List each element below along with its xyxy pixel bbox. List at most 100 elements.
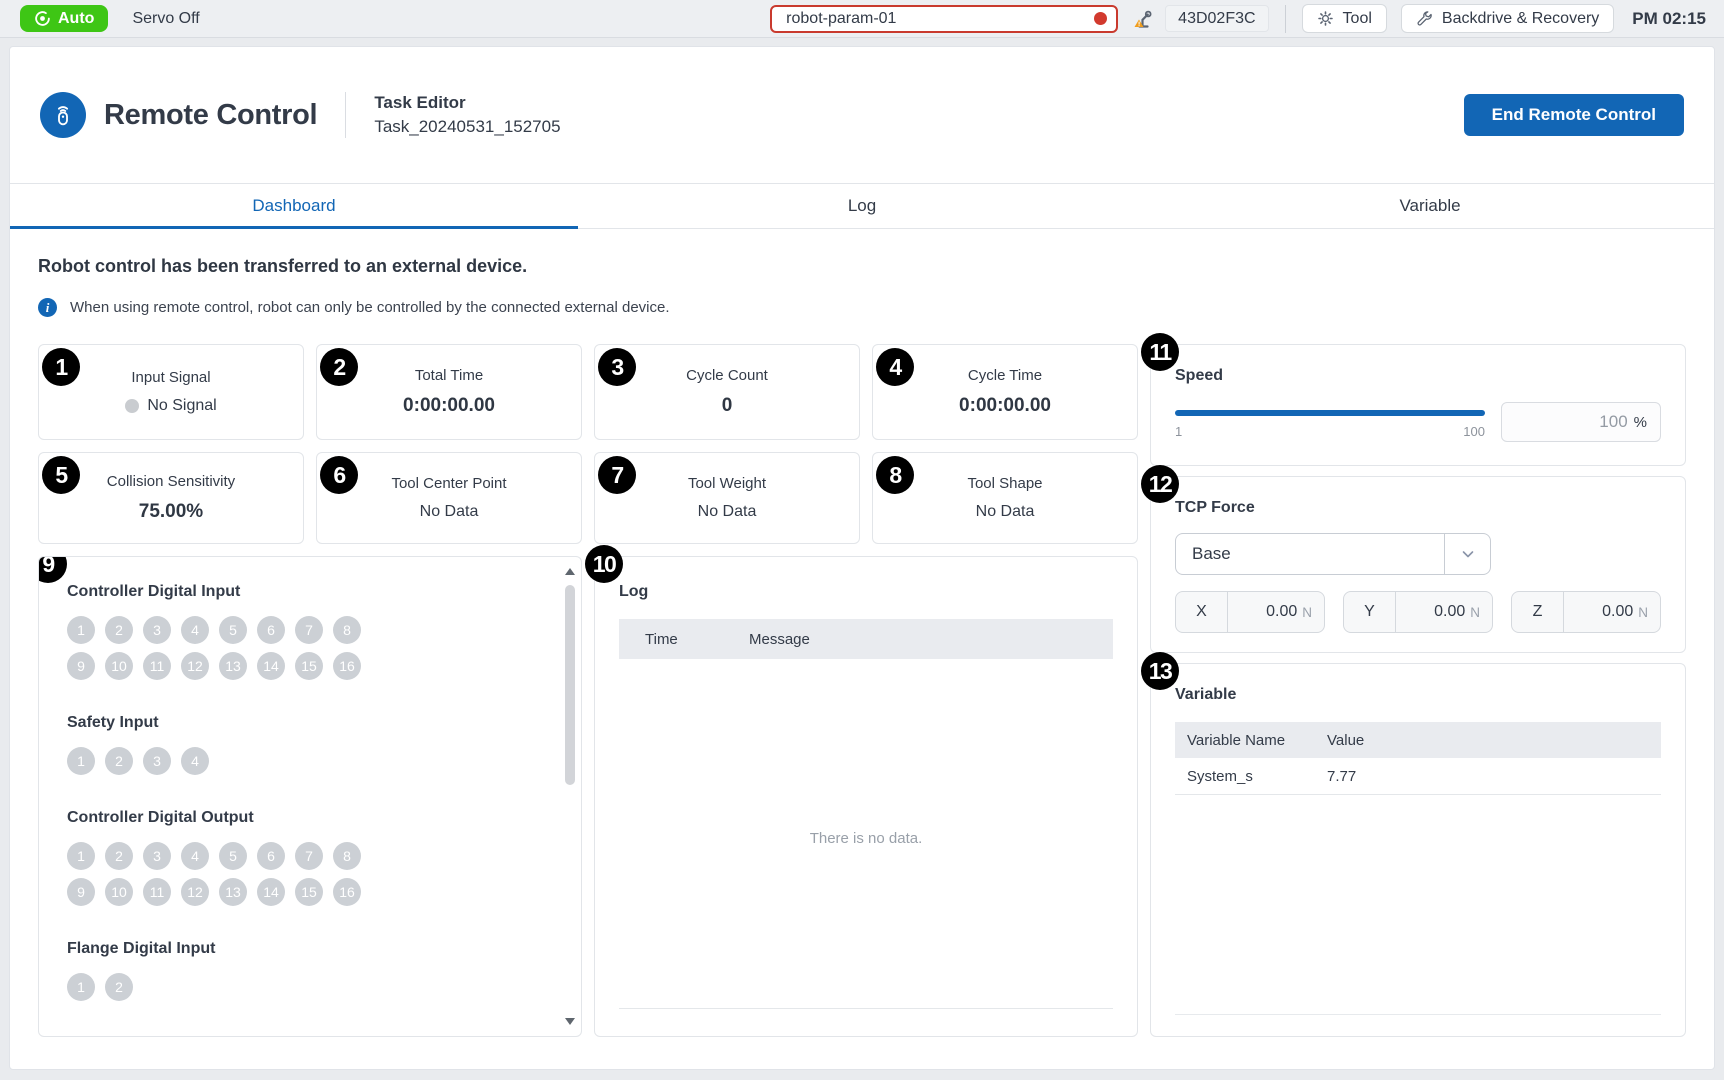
speed-max-label: 100 <box>1463 424 1485 439</box>
speed-slider[interactable]: 1 100 <box>1175 402 1485 439</box>
log-col-message: Message <box>749 631 810 648</box>
card-value: 0:00:00.00 <box>403 395 495 417</box>
card-title: Tool Weight <box>688 475 766 492</box>
top-status-bar: Auto Servo Off 43D02F3C <box>0 0 1724 38</box>
variable-table-header: Variable Name Value <box>1175 722 1661 758</box>
notice-headline: Robot control has been transferred to an… <box>38 256 1686 277</box>
remote-control-icon <box>40 92 86 138</box>
info-icon: i <box>38 298 57 317</box>
axis-z-value: 0.00 <box>1602 603 1633 621</box>
card-title: Cycle Time <box>968 367 1042 384</box>
io-indicator: 16 <box>333 878 361 906</box>
stat-cards-row-1: 1 Input Signal No Signal 2 Total Time 0:… <box>38 344 1138 440</box>
tab-dashboard[interactable]: Dashboard <box>10 184 578 228</box>
annotation-badge: 5 <box>42 456 80 494</box>
io-indicator: 6 <box>257 616 285 644</box>
io-section-controller-digital-input: Controller Digital Input 123456789101112… <box>67 583 553 680</box>
mode-label: Auto <box>58 10 94 28</box>
tcp-force-y-field[interactable]: Y 0.00 N <box>1343 591 1493 633</box>
annotation-badge: 6 <box>320 456 358 494</box>
end-remote-control-button[interactable]: End Remote Control <box>1464 94 1684 136</box>
tab-log[interactable]: Log <box>578 184 1146 228</box>
axis-x-value: 0.00 <box>1266 603 1297 621</box>
io-indicator: 15 <box>295 878 323 906</box>
frame-selected-value: Base <box>1176 544 1444 564</box>
card-title: Input Signal <box>131 369 210 386</box>
card-title: Tool Center Point <box>391 475 506 492</box>
card-title: Total Time <box>415 367 483 384</box>
io-indicator-row: 12345678 <box>67 616 553 644</box>
io-indicator: 10 <box>105 652 133 680</box>
chevron-down-icon[interactable] <box>1444 534 1490 574</box>
scroll-down-icon[interactable] <box>565 1018 575 1025</box>
log-col-time: Time <box>645 631 749 648</box>
variable-col-name: Variable Name <box>1187 732 1327 749</box>
io-section-safety-input: Safety Input 1234 <box>67 714 553 775</box>
axis-z-unit: N <box>1638 605 1648 620</box>
axis-z-value-wrap: 0.00 N <box>1564 592 1660 632</box>
mode-auto-button[interactable]: Auto <box>20 5 108 32</box>
io-section-controller-digital-output: Controller Digital Output 12345678910111… <box>67 809 553 906</box>
tab-variable[interactable]: Variable <box>1146 184 1714 228</box>
robot-id-badge[interactable]: 43D02F3C <box>1165 5 1268 32</box>
io-indicator-row: 12345678 <box>67 842 553 870</box>
io-indicator: 11 <box>143 878 171 906</box>
io-indicator: 5 <box>219 616 247 644</box>
card-cycle-count: 3 Cycle Count 0 <box>594 344 860 440</box>
annotation-badge: 4 <box>876 348 914 386</box>
annotation-badge: 2 <box>320 348 358 386</box>
card-collision-sensitivity: 5 Collision Sensitivity 75.00% <box>38 452 304 544</box>
card-cycle-time: 4 Cycle Time 0:00:00.00 <box>872 344 1138 440</box>
table-row: System_s 7.77 <box>1175 758 1661 795</box>
tcp-force-z-field[interactable]: Z 0.00 N <box>1511 591 1661 633</box>
digital-io-panel: 9 Controller Digital Input 1234567891011… <box>38 556 582 1037</box>
io-indicator: 1 <box>67 747 95 775</box>
axis-y-label: Y <box>1344 592 1396 632</box>
io-indicator-group: 12345678910111213141516 <box>67 842 553 906</box>
io-indicator: 2 <box>105 747 133 775</box>
scrollbar-thumb[interactable] <box>565 585 575 785</box>
io-indicator: 15 <box>295 652 323 680</box>
tcp-force-x-field[interactable]: X 0.00 N <box>1175 591 1325 633</box>
axis-z-label: Z <box>1512 592 1564 632</box>
param-input[interactable] <box>770 5 1118 33</box>
tcp-force-panel: 12 TCP Force Base X 0.00 N <box>1150 476 1686 653</box>
annotation-badge: 9 <box>38 556 67 583</box>
axis-x-value-wrap: 0.00 N <box>1228 592 1324 632</box>
io-indicator: 8 <box>333 842 361 870</box>
io-indicator: 6 <box>257 842 285 870</box>
annotation-badge: 11 <box>1141 333 1179 371</box>
io-indicator: 9 <box>67 652 95 680</box>
servo-status-label: Servo Off <box>132 10 199 28</box>
page-title: Remote Control <box>104 99 317 132</box>
card-input-signal: 1 Input Signal No Signal <box>38 344 304 440</box>
annotation-badge: 13 <box>1141 652 1179 690</box>
robot-arm-warning-icon <box>1132 6 1158 32</box>
right-column: 11 Speed 1 100 100 % <box>1150 344 1686 1037</box>
variable-value: 7.77 <box>1327 768 1356 785</box>
speed-slider-labels: 1 100 <box>1175 424 1485 439</box>
coordinate-frame-select[interactable]: Base <box>1175 533 1491 575</box>
io-indicator: 8 <box>333 616 361 644</box>
header-divider <box>345 92 346 138</box>
backdrive-recovery-button[interactable]: Backdrive & Recovery <box>1401 4 1614 33</box>
io-indicator-row: 12 <box>67 973 553 1001</box>
tool-button[interactable]: Tool <box>1302 4 1387 33</box>
variable-panel: 13 Variable Variable Name Value System_s… <box>1150 663 1686 1037</box>
variable-panel-title: Variable <box>1175 686 1661 704</box>
io-indicator: 4 <box>181 616 209 644</box>
io-scrollbar[interactable] <box>562 561 578 1032</box>
io-indicator-row: 910111213141516 <box>67 652 553 680</box>
notice-info-row: i When using remote control, robot can o… <box>38 298 1686 317</box>
stat-cards-row-2: 5 Collision Sensitivity 75.00% 6 Tool Ce… <box>38 452 1138 544</box>
speed-panel-title: Speed <box>1175 367 1661 385</box>
io-indicator: 10 <box>105 878 133 906</box>
speed-value-field[interactable]: 100 % <box>1501 402 1661 442</box>
card-title: Cycle Count <box>686 367 768 384</box>
speed-slider-track[interactable] <box>1175 410 1485 416</box>
scroll-up-icon[interactable] <box>565 568 575 575</box>
card-tool-center-point: 6 Tool Center Point No Data <box>316 452 582 544</box>
io-indicator: 9 <box>67 878 95 906</box>
io-indicator: 7 <box>295 842 323 870</box>
auto-mode-icon <box>34 10 51 27</box>
